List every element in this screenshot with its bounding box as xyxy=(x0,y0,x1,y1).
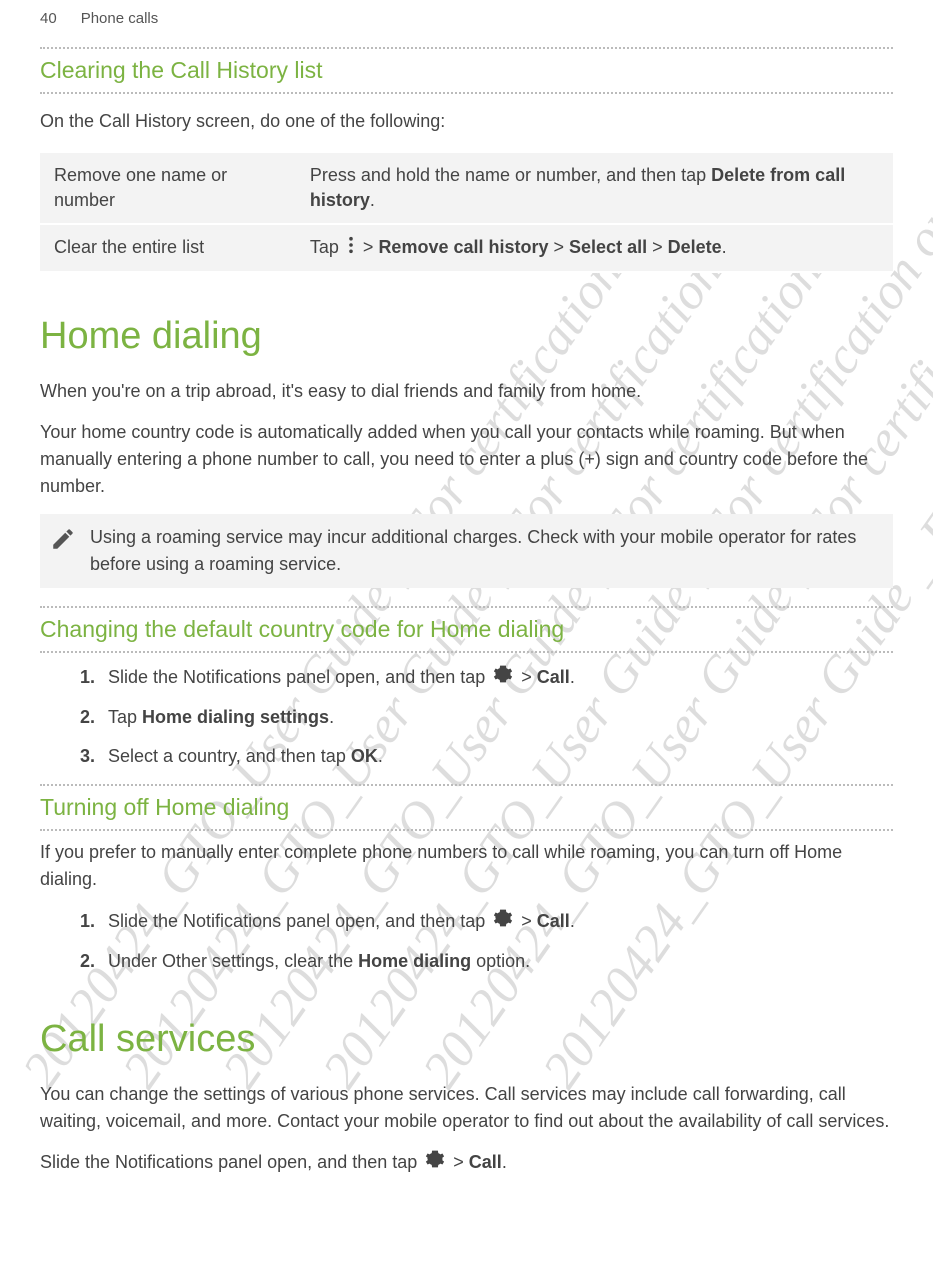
call-services-p2: Slide the Notifications panel open, and … xyxy=(40,1149,893,1177)
list-item: Slide the Notifications panel open, and … xyxy=(100,907,893,937)
text: Slide the Notifications panel open, and … xyxy=(108,667,490,687)
list-item: Tap Home dialing settings. xyxy=(100,703,893,732)
bold-text: OK xyxy=(351,746,378,766)
page-number: 40 xyxy=(40,10,57,27)
bold-text: Remove call history xyxy=(378,237,548,257)
home-dialing-p2: Your home country code is automatically … xyxy=(40,419,893,500)
note-box: Using a roaming service may incur additi… xyxy=(40,514,893,588)
table-cell-value: Tap > Remove call history > Select all >… xyxy=(296,224,893,272)
text: Slide the Notifications panel open, and … xyxy=(108,911,490,931)
changing-default-heading: Changing the default country code for Ho… xyxy=(40,616,893,643)
call-services-p1: You can change the settings of various p… xyxy=(40,1081,893,1135)
text: . xyxy=(370,190,375,210)
note-text: Using a roaming service may incur additi… xyxy=(90,527,856,574)
bold-text: Home dialing xyxy=(358,951,471,971)
gear-icon xyxy=(425,1149,445,1177)
text: . xyxy=(502,1152,507,1172)
home-dialing-p1: When you're on a trip abroad, it's easy … xyxy=(40,378,893,405)
turning-off-heading: Turning off Home dialing xyxy=(40,794,893,821)
text: Press and hold the name or number, and t… xyxy=(310,165,711,185)
text: > xyxy=(448,1152,469,1172)
bold-text: Call xyxy=(537,667,570,687)
bold-text: Home dialing settings xyxy=(142,707,329,727)
text: Select a country, and then tap xyxy=(108,746,351,766)
text: Under Other settings, clear the xyxy=(108,951,358,971)
table-cell-value: Press and hold the name or number, and t… xyxy=(296,153,893,224)
text: > xyxy=(516,911,537,931)
gear-icon xyxy=(493,664,513,693)
bold-text: Call xyxy=(537,911,570,931)
bold-text: Delete xyxy=(668,237,722,257)
text: . xyxy=(570,911,575,931)
text: Tap xyxy=(310,237,344,257)
text: . xyxy=(378,746,383,766)
divider xyxy=(40,829,893,831)
text: > xyxy=(549,237,570,257)
turning-off-steps: Slide the Notifications panel open, and … xyxy=(80,907,893,975)
changing-default-steps: Slide the Notifications panel open, and … xyxy=(80,663,893,770)
text: > xyxy=(647,237,668,257)
divider xyxy=(40,92,893,94)
table-cell-label: Remove one name or number xyxy=(40,153,296,224)
text: > xyxy=(358,237,379,257)
bold-text: Select all xyxy=(569,237,647,257)
call-services-heading: Call services xyxy=(40,1018,893,1061)
clearing-intro-text: On the Call History screen, do one of th… xyxy=(40,108,893,135)
table-row: Remove one name or number Press and hold… xyxy=(40,153,893,224)
turning-off-intro: If you prefer to manually enter complete… xyxy=(40,839,893,893)
pencil-icon xyxy=(50,526,76,560)
bold-text: Call xyxy=(469,1152,502,1172)
home-dialing-heading: Home dialing xyxy=(40,315,893,358)
text: . xyxy=(722,237,727,257)
text: Slide the Notifications panel open, and … xyxy=(40,1152,422,1172)
list-item: Slide the Notifications panel open, and … xyxy=(100,663,893,693)
text: > xyxy=(516,667,537,687)
gear-icon xyxy=(493,908,513,937)
page-header: 40 Phone calls xyxy=(40,10,893,27)
divider xyxy=(40,651,893,653)
table-row: Clear the entire list Tap > Remove call … xyxy=(40,224,893,272)
divider xyxy=(40,47,893,49)
clearing-call-history-heading: Clearing the Call History list xyxy=(40,57,893,84)
divider xyxy=(40,784,893,786)
text: . xyxy=(329,707,334,727)
text: option. xyxy=(471,951,530,971)
list-item: Under Other settings, clear the Home dia… xyxy=(100,947,893,976)
text: Tap xyxy=(108,707,142,727)
menu-icon xyxy=(347,236,355,261)
table-cell-label: Clear the entire list xyxy=(40,224,296,272)
text: . xyxy=(570,667,575,687)
clearing-instructions-table: Remove one name or number Press and hold… xyxy=(40,153,893,273)
list-item: Select a country, and then tap OK. xyxy=(100,742,893,771)
section-name: Phone calls xyxy=(81,10,159,27)
divider xyxy=(40,606,893,608)
